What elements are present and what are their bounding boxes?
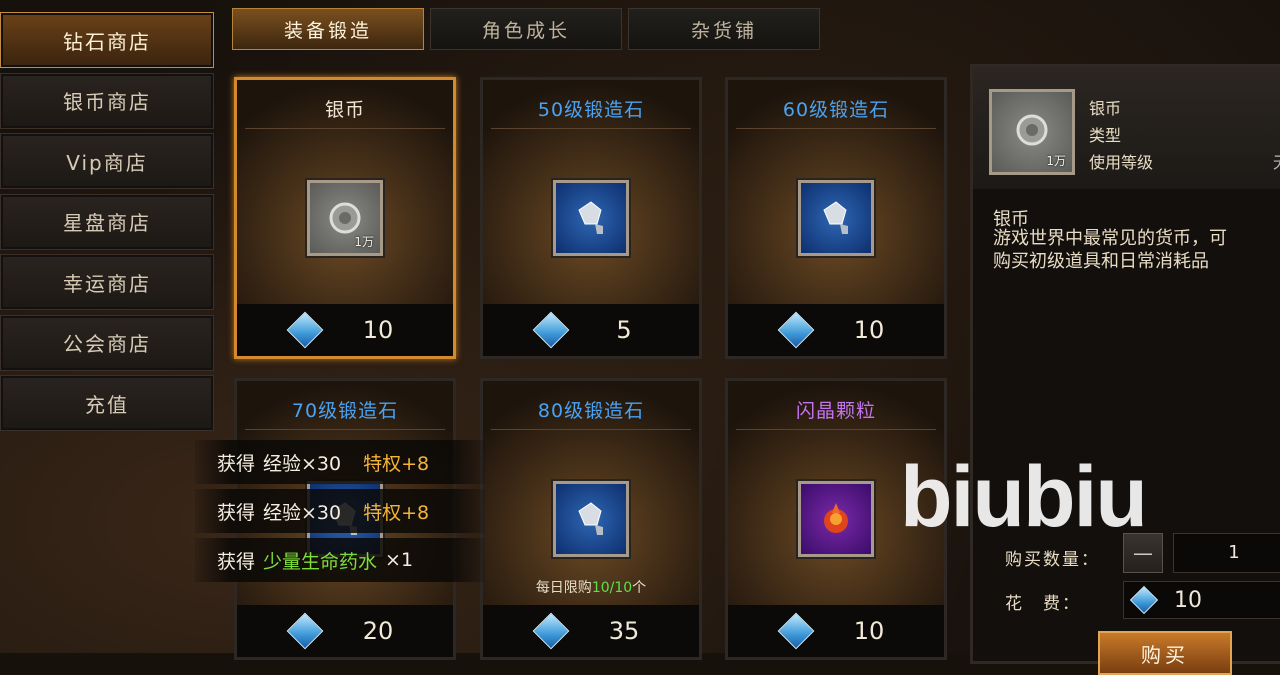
- category-tabs: 装备锻造 角色成长 杂货铺: [232, 8, 820, 50]
- sidebar-item-diamond-shop[interactable]: 钻石商店: [0, 12, 214, 68]
- reward-main: 少量生命药水: [263, 550, 378, 573]
- diamond-icon: [777, 311, 815, 349]
- tab-equipment-forging[interactable]: 装备锻造: [232, 8, 424, 50]
- silver-coin-icon: 1万: [307, 180, 383, 256]
- reward-extra: 特权+8: [363, 452, 430, 475]
- reward-toast: 获得 经验×30 特权+8: [195, 440, 485, 484]
- item-name: 70级锻造石: [245, 393, 445, 430]
- reward-prefix: 获得: [217, 501, 256, 524]
- reward-extra: 特权+8: [363, 501, 430, 524]
- diamond-icon: [286, 612, 324, 650]
- detail-level-value: 无: [1273, 149, 1280, 173]
- item-name: 闪晶颗粒: [736, 393, 936, 430]
- reward-toast: 获得 经验×30 特权+8: [195, 489, 485, 533]
- diamond-icon: [532, 612, 570, 650]
- daily-limit-text: 每日限购10/10个: [483, 577, 699, 597]
- price-bar: 10: [728, 605, 944, 657]
- reward-main: 经验×30: [263, 501, 342, 524]
- sidebar-item-lucky-shop[interactable]: 幸运商店: [0, 254, 214, 310]
- item-name: 50级锻造石: [491, 92, 691, 129]
- reward-toast: 获得 少量生命药水 ×1: [195, 538, 485, 582]
- item-card-forge-stone-60[interactable]: 60级锻造石 10: [725, 77, 947, 359]
- diamond-icon: [1129, 585, 1159, 615]
- reward-prefix: 获得: [217, 550, 256, 573]
- forge-stone-icon: [553, 481, 629, 557]
- sidebar-item-silver-shop[interactable]: 银币商店: [0, 72, 214, 129]
- item-card-forge-stone-50[interactable]: 50级锻造石 5: [480, 77, 702, 359]
- item-card-forge-stone-80[interactable]: 80级锻造石 每日限购10/10个 35: [480, 378, 702, 660]
- reward-main: 经验×30: [263, 452, 342, 475]
- price-bar: 5: [483, 304, 699, 356]
- buy-button[interactable]: 购买: [1098, 631, 1232, 675]
- daily-limit-count: 10/10: [591, 580, 633, 596]
- reward-prefix: 获得: [217, 452, 256, 475]
- detail-description: 游戏世界中最常见的货币，可 购买初级道具和日常消耗品: [993, 227, 1280, 273]
- sidebar-item-star-shop[interactable]: 星盘商店: [0, 193, 214, 250]
- item-price: 5: [616, 316, 632, 344]
- detail-header: 1万 银币 类型 使用等级 无: [973, 67, 1280, 189]
- item-detail-panel: 1万 银币 类型 使用等级 无 银币 游戏世界中最常见的货币，可 购买初级道具和…: [970, 64, 1280, 675]
- item-quantity: 1万: [354, 235, 374, 249]
- buy-quantity-label: 购买数量：: [1005, 550, 1100, 570]
- tab-character-growth[interactable]: 角色成长: [430, 8, 622, 50]
- detail-type-label: 类型: [1089, 126, 1122, 145]
- price-bar: 10: [237, 304, 453, 356]
- price-bar: 20: [237, 605, 453, 657]
- item-card-silver-coin[interactable]: 银币 1万 10: [234, 77, 456, 359]
- cost-value: 10: [1174, 587, 1202, 613]
- item-name: 60级锻造石: [736, 92, 936, 129]
- item-price: 20: [362, 617, 394, 645]
- watermark: biubiu: [900, 449, 1148, 545]
- item-price: 10: [853, 617, 885, 645]
- flash-crystal-icon: [798, 481, 874, 557]
- diamond-icon: [532, 311, 570, 349]
- silver-coin-icon: 1万: [989, 89, 1075, 175]
- cost-label: 花 费：: [1005, 594, 1081, 614]
- cost-display: 10: [1123, 581, 1280, 619]
- diamond-icon: [286, 311, 324, 349]
- item-price: 10: [853, 316, 885, 344]
- detail-level-label: 使用等级: [1089, 153, 1154, 172]
- daily-limit-prefix: 每日限购: [535, 580, 592, 596]
- item-name: 银币: [245, 92, 445, 129]
- reward-notifications: 获得 经验×30 特权+8 获得 经验×30 特权+8 获得 少量生命药水 ×1: [195, 440, 485, 587]
- shop-sidebar: 钻石商店 银币商店 Vip商店 星盘商店 幸运商店 公会商店 充值: [0, 12, 214, 436]
- diamond-icon: [777, 612, 815, 650]
- quantity-input[interactable]: 1: [1173, 533, 1280, 573]
- forge-stone-icon: [798, 180, 874, 256]
- forge-stone-icon: [553, 180, 629, 256]
- sidebar-item-recharge[interactable]: 充值: [0, 375, 214, 431]
- item-price: 10: [362, 316, 394, 344]
- detail-item-name: 银币: [1089, 99, 1122, 118]
- reward-suffix: ×1: [385, 549, 414, 571]
- detail-quantity: 1万: [1046, 154, 1066, 168]
- tab-general-store[interactable]: 杂货铺: [628, 8, 820, 50]
- description-line: 购买初级道具和日常消耗品: [993, 251, 1209, 272]
- price-bar: 10: [728, 304, 944, 356]
- item-price: 35: [608, 617, 640, 645]
- item-name: 80级锻造石: [491, 393, 691, 430]
- description-line: 游戏世界中最常见的货币，可: [993, 228, 1227, 249]
- daily-limit-suffix: 个: [632, 580, 647, 596]
- sidebar-item-guild-shop[interactable]: 公会商店: [0, 314, 214, 371]
- price-bar: 35: [483, 605, 699, 657]
- sidebar-item-vip-shop[interactable]: Vip商店: [0, 133, 214, 189]
